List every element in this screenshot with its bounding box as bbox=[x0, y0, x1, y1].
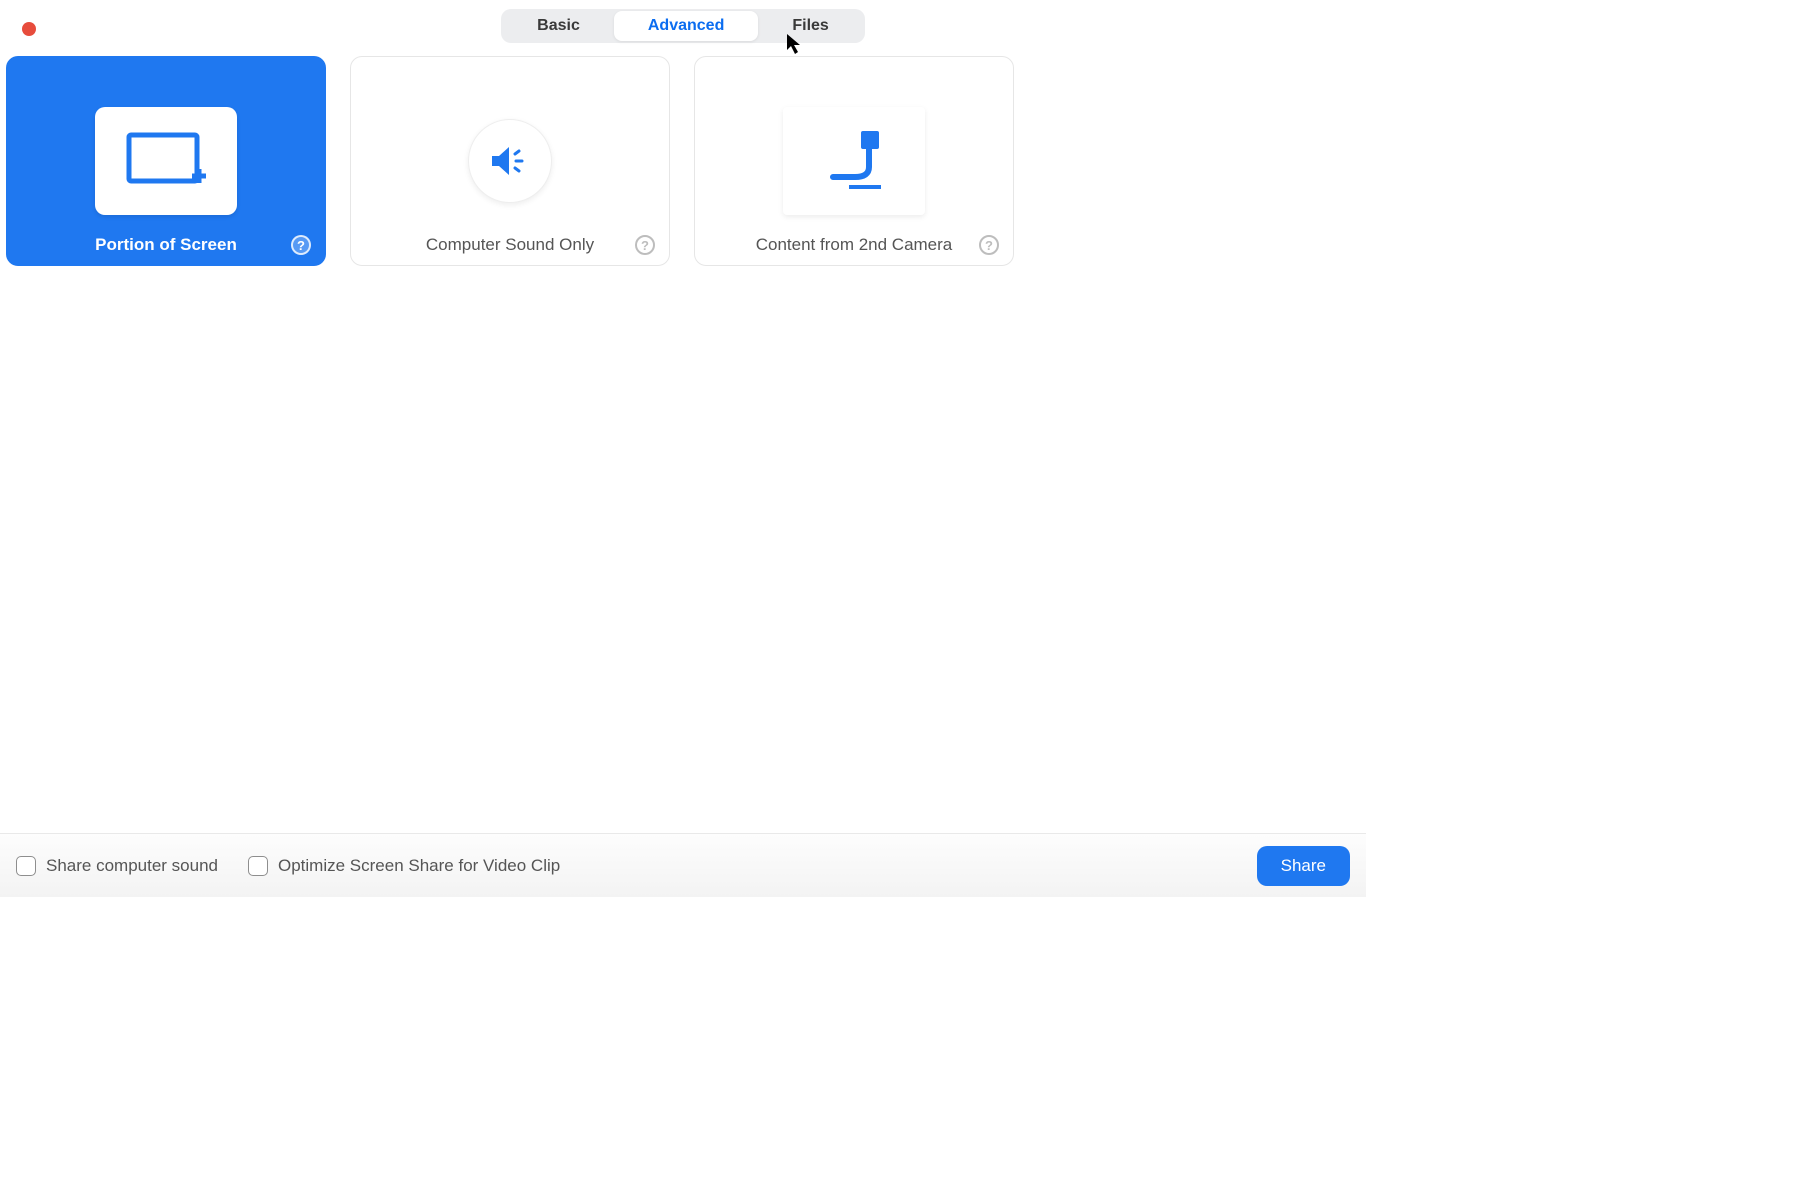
option-label: Computer Sound Only bbox=[426, 235, 594, 255]
second-camera-icon bbox=[783, 107, 925, 215]
option-computer-sound[interactable]: Computer Sound Only ? bbox=[350, 56, 670, 266]
portion-of-screen-icon bbox=[95, 107, 237, 215]
view-mode-segmented: Basic Advanced Files bbox=[501, 9, 865, 43]
checkbox-share-sound[interactable]: Share computer sound bbox=[16, 856, 218, 876]
tab-files[interactable]: Files bbox=[758, 11, 862, 41]
option-label: Portion of Screen bbox=[95, 235, 237, 255]
share-button[interactable]: Share bbox=[1257, 846, 1350, 886]
tab-basic[interactable]: Basic bbox=[503, 11, 614, 41]
option-label: Content from 2nd Camera bbox=[756, 235, 953, 255]
help-icon[interactable]: ? bbox=[635, 235, 655, 255]
tab-advanced[interactable]: Advanced bbox=[614, 11, 758, 41]
checkbox-label: Optimize Screen Share for Video Clip bbox=[278, 856, 560, 876]
checkbox-label: Share computer sound bbox=[46, 856, 218, 876]
speaker-icon bbox=[468, 119, 552, 203]
footer-bar: Share computer sound Optimize Screen Sha… bbox=[0, 833, 1366, 897]
checkbox-box bbox=[248, 856, 268, 876]
option-second-camera[interactable]: Content from 2nd Camera ? bbox=[694, 56, 1014, 266]
checkbox-box bbox=[16, 856, 36, 876]
checkbox-optimize-video[interactable]: Optimize Screen Share for Video Clip bbox=[248, 856, 560, 876]
option-portion-of-screen[interactable]: Portion of Screen ? bbox=[6, 56, 326, 266]
close-window-dot[interactable] bbox=[22, 22, 36, 36]
help-icon[interactable]: ? bbox=[291, 235, 311, 255]
help-icon[interactable]: ? bbox=[979, 235, 999, 255]
